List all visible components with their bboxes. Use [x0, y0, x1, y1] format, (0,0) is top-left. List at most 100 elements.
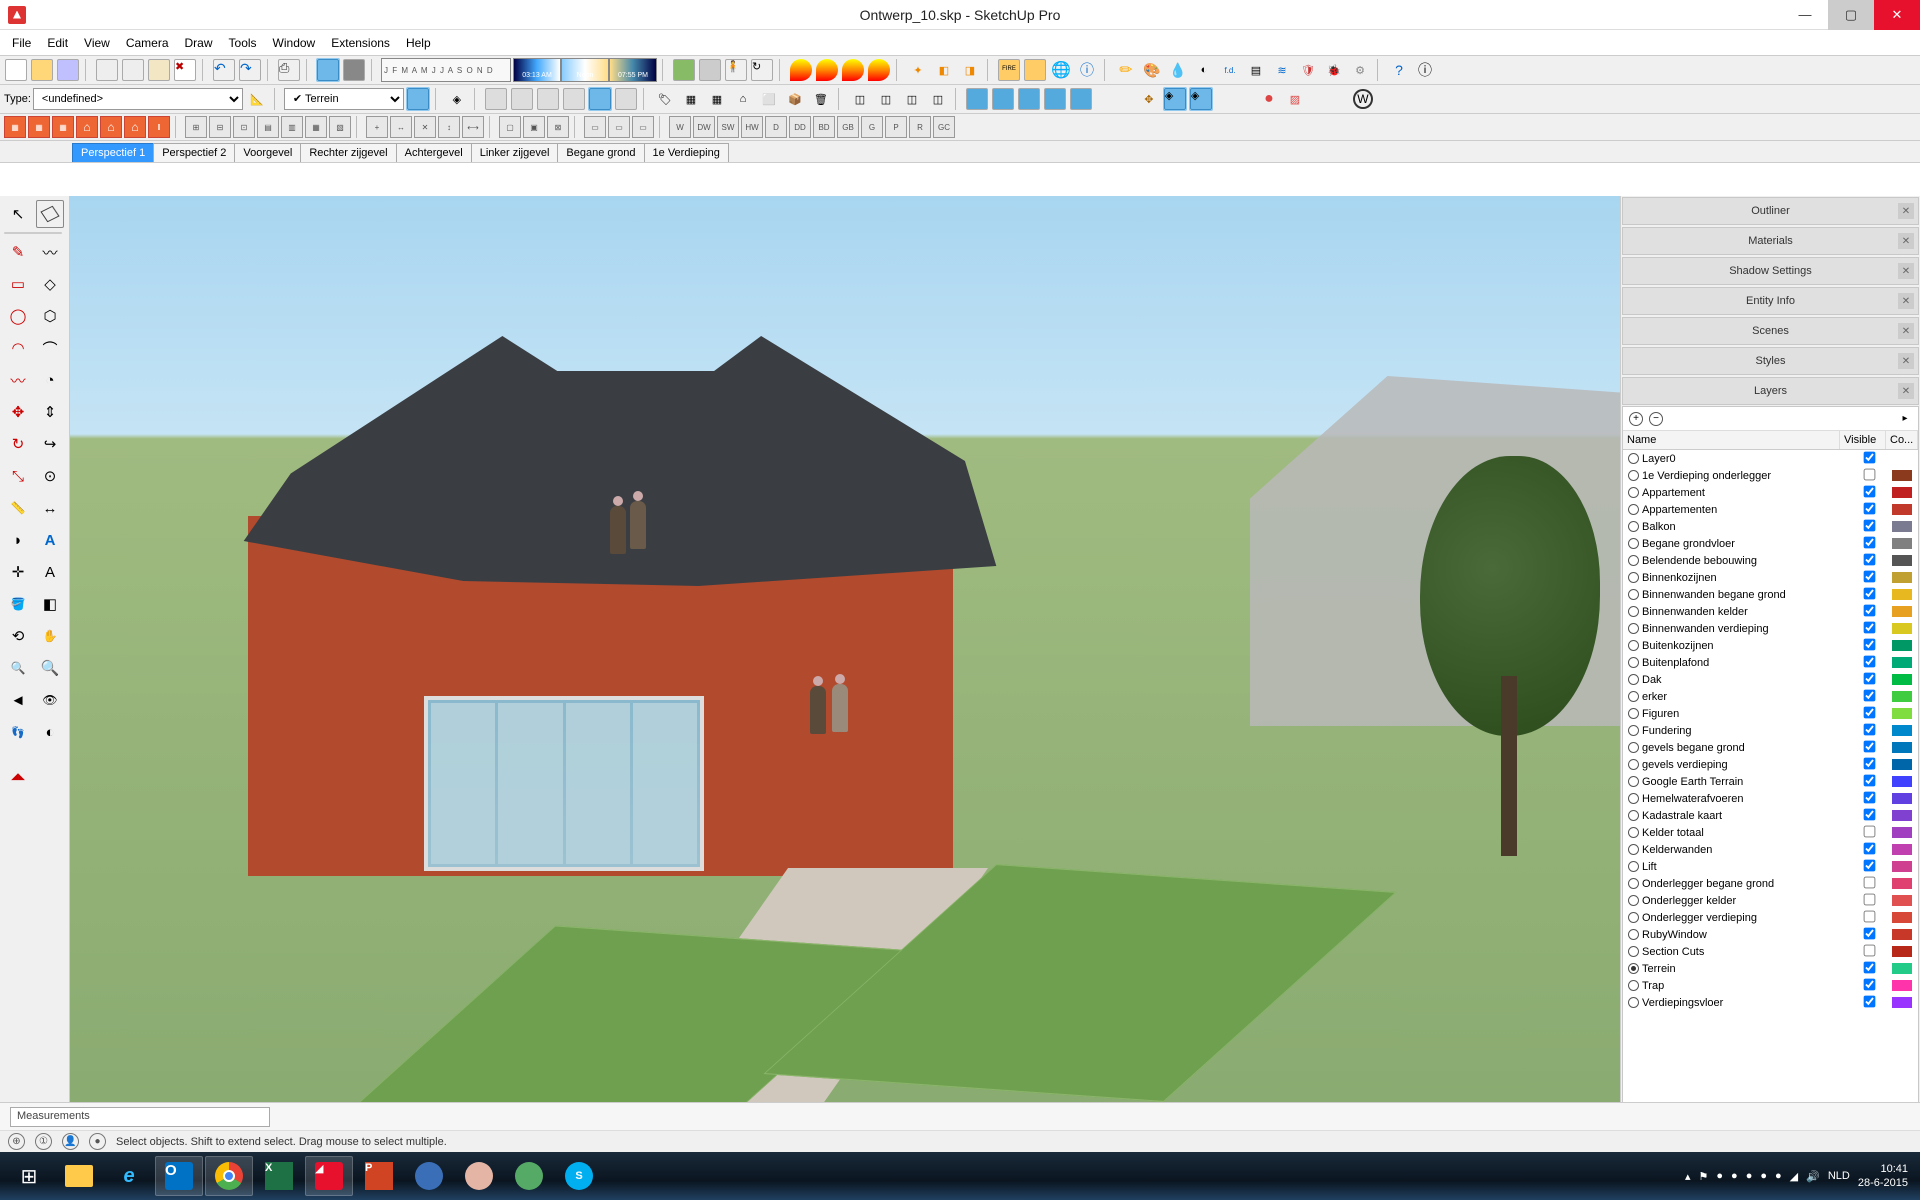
layer-visible-checkbox[interactable] — [1863, 859, 1875, 871]
layer-color-swatch[interactable] — [1892, 708, 1912, 719]
pushpull-tool[interactable]: ⇕ — [36, 398, 64, 426]
layer-color-swatch[interactable] — [1892, 521, 1912, 532]
layer-row[interactable]: Buitenkozijnen — [1623, 637, 1918, 654]
layer-current-radio[interactable] — [1628, 725, 1639, 736]
close-button[interactable]: ✕ — [1874, 0, 1920, 30]
credits-icon[interactable]: ① — [35, 1133, 52, 1150]
layer-visible-checkbox[interactable] — [1863, 723, 1875, 735]
protractor-tool[interactable]: ◗ — [4, 526, 32, 554]
grid-1[interactable]: ⊞ — [185, 116, 207, 138]
ie-taskbar-icon[interactable] — [105, 1156, 153, 1196]
view-right[interactable] — [562, 87, 586, 111]
app-taskbar-icon-2[interactable] — [455, 1156, 503, 1196]
axis-1[interactable]: ↔ — [390, 116, 412, 138]
bug-tool[interactable]: 🐞 — [1322, 58, 1346, 82]
close-icon[interactable]: ✕ — [1898, 233, 1914, 249]
layer-color-swatch[interactable] — [1892, 674, 1912, 685]
remove-layer-button[interactable]: − — [1649, 412, 1663, 426]
gear-tool[interactable]: ⚙ — [1348, 58, 1372, 82]
layer-color-swatch[interactable] — [1892, 725, 1912, 736]
letter-button-d[interactable]: D — [765, 116, 787, 138]
grid-2[interactable]: ⊟ — [209, 116, 231, 138]
layer-color-swatch[interactable] — [1892, 623, 1912, 634]
layer-mgr-button[interactable] — [406, 87, 430, 111]
layer-current-radio[interactable] — [1628, 912, 1639, 923]
red-tool-3[interactable]: ▦ — [52, 116, 74, 138]
paste-button[interactable] — [147, 58, 171, 82]
layer-visible-checkbox[interactable] — [1863, 978, 1875, 990]
layer-visible-checkbox[interactable] — [1863, 468, 1875, 480]
layers-list[interactable]: Layer01e Verdieping onderleggerApparteme… — [1623, 450, 1918, 1130]
layer-color-swatch[interactable] — [1892, 878, 1912, 889]
red-home-2[interactable] — [100, 116, 122, 138]
arc2-tool[interactable]: ⌒ — [36, 334, 64, 362]
layer-row[interactable]: Begane grondvloer — [1623, 535, 1918, 552]
app-taskbar-icon-1[interactable] — [405, 1156, 453, 1196]
layer-current-radio[interactable] — [1628, 691, 1639, 702]
layer-color-swatch[interactable] — [1892, 810, 1912, 821]
layer-color-swatch[interactable] — [1892, 606, 1912, 617]
layer-current-radio[interactable] — [1628, 589, 1639, 600]
followme-tool[interactable]: ↪ — [36, 430, 64, 458]
contrast-tool[interactable]: ◐ — [1192, 58, 1216, 82]
vw-icon[interactable]: W — [1351, 87, 1375, 111]
hatch-tool[interactable]: ▨ — [1283, 87, 1307, 111]
layer-row[interactable]: Kelderwanden — [1623, 841, 1918, 858]
layer-row[interactable]: 1e Verdieping onderlegger — [1623, 467, 1918, 484]
cube-tool-3[interactable]: ◫ — [900, 87, 924, 111]
layer-color-swatch[interactable] — [1892, 572, 1912, 583]
box-button-2[interactable]: 📦 — [783, 87, 807, 111]
layer-visible-checkbox[interactable] — [1863, 451, 1875, 463]
prev-view-tool[interactable]: ◄ — [4, 686, 32, 714]
outlook-taskbar-icon[interactable] — [155, 1156, 203, 1196]
menu-camera[interactable]: Camera — [118, 32, 177, 54]
layer-visible-checkbox[interactable] — [1863, 553, 1875, 565]
layer-current-radio[interactable] — [1628, 657, 1639, 668]
offset-tool[interactable]: ⊙ — [36, 462, 64, 490]
scene-tab-0[interactable]: Perspectief 1 — [72, 143, 154, 162]
component-tool[interactable] — [36, 200, 64, 228]
trash-button[interactable]: 🗑 — [809, 87, 833, 111]
layer-visible-checkbox[interactable] — [1863, 519, 1875, 531]
layer-current-radio[interactable] — [1628, 640, 1639, 651]
component-button[interactable] — [672, 58, 696, 82]
section-tool[interactable]: ◐ — [36, 718, 64, 746]
tray-icon-4[interactable]: ● — [1746, 1170, 1753, 1182]
menu-extensions[interactable]: Extensions — [323, 32, 398, 54]
layer-row[interactable]: RubyWindow — [1623, 926, 1918, 943]
layer-current-radio[interactable] — [1628, 946, 1639, 957]
mirror-tool[interactable] — [4, 762, 32, 790]
layer-visible-checkbox[interactable] — [1863, 876, 1875, 888]
layer-color-swatch[interactable] — [1892, 793, 1912, 804]
layer-current-radio[interactable] — [1628, 487, 1639, 498]
layer-visible-checkbox[interactable] — [1863, 740, 1875, 752]
tag-button[interactable]: 🏷 — [653, 87, 677, 111]
close-icon[interactable]: ✕ — [1898, 383, 1914, 399]
layer-current-radio[interactable] — [1628, 997, 1639, 1008]
layer-visible-checkbox[interactable] — [1863, 655, 1875, 667]
dropper-tool-button[interactable]: 💧 — [1166, 58, 1190, 82]
materials-panel-header[interactable]: Materials✕ — [1622, 227, 1919, 255]
globe-button[interactable]: 🌐 — [1049, 58, 1073, 82]
scene-tab-3[interactable]: Rechter zijgevel — [300, 143, 396, 162]
layer-color-swatch[interactable] — [1892, 470, 1912, 481]
type-apply[interactable]: 📐 — [245, 87, 269, 111]
zoom-tool[interactable] — [4, 654, 32, 682]
new-file-button[interactable] — [4, 58, 28, 82]
axis-2[interactable]: ✕ — [414, 116, 436, 138]
chrome-taskbar-icon[interactable] — [205, 1156, 253, 1196]
layer-visible-checkbox[interactable] — [1863, 638, 1875, 650]
letter-button-bd[interactable]: BD — [813, 116, 835, 138]
zoom-extents-tool[interactable]: 🔍 — [36, 654, 64, 682]
layer-current-radio[interactable] — [1628, 895, 1639, 906]
layer-color-swatch[interactable] — [1892, 963, 1912, 974]
render-4[interactable] — [867, 58, 891, 82]
layer-current-radio[interactable] — [1628, 827, 1639, 838]
paint-tool[interactable] — [4, 590, 32, 618]
layer-color-swatch[interactable] — [1892, 844, 1912, 855]
layer-row[interactable]: gevels begane grond — [1623, 739, 1918, 756]
menu-draw[interactable]: Draw — [177, 32, 221, 54]
layer-row[interactable]: Verdiepingsvloer — [1623, 994, 1918, 1011]
fd-tool[interactable]: f.d. — [1218, 58, 1242, 82]
screen-1[interactable]: ▭ — [584, 116, 606, 138]
